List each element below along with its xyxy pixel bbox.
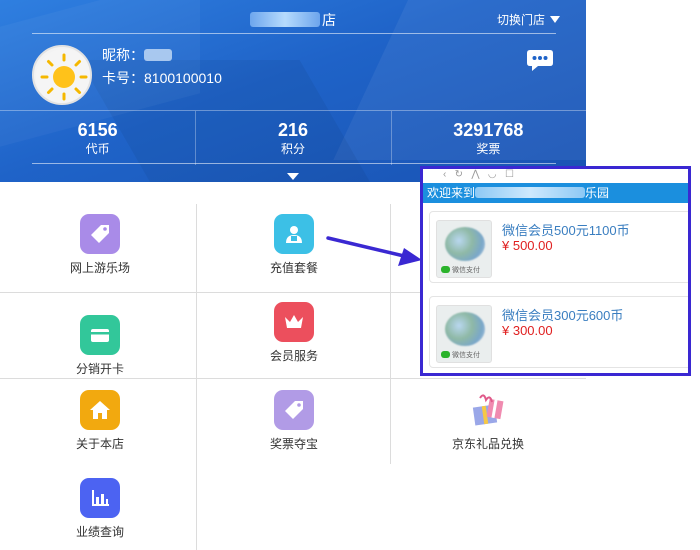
chat-icon[interactable] bbox=[526, 48, 554, 74]
recharge-package-popup: ‹ ↻ ⋀ ◡ ☐ 欢迎来到 乐园 微信支付 微信会员500元1100币 ¥ 50… bbox=[420, 166, 691, 376]
card-number: 8100100010 bbox=[144, 70, 222, 86]
stat-tickets[interactable]: 3291768 奖票 bbox=[390, 111, 586, 165]
menu-member-service[interactable]: 会员服务 bbox=[196, 278, 392, 366]
nickname-blurred bbox=[144, 49, 172, 61]
stat-points[interactable]: 216 积分 bbox=[195, 111, 390, 165]
points-value: 216 bbox=[277, 120, 309, 140]
menu-label: 会员服务 bbox=[269, 349, 318, 363]
package-name: 微信会员500元1100币 bbox=[502, 223, 630, 238]
switch-store-label: 切换门店 bbox=[496, 13, 545, 27]
menu-label: 网上游乐场 bbox=[69, 261, 130, 275]
person-card-icon bbox=[274, 214, 314, 254]
divider bbox=[32, 33, 556, 34]
package-card[interactable]: 微信支付 微信会员300元600币 ¥ 300.00 bbox=[429, 296, 688, 368]
avatar[interactable] bbox=[32, 45, 92, 105]
menu-label: 业绩查询 bbox=[75, 525, 124, 539]
menu-ticket-treasure[interactable]: 奖票夺宝 bbox=[196, 366, 392, 454]
menu-online-playground[interactable]: 网上游乐场 bbox=[2, 190, 198, 278]
package-thumbnail: 微信支付 bbox=[436, 220, 492, 278]
wechat-icon bbox=[441, 266, 450, 273]
balance-stats: 6156 代币 216 积分 3291768 奖票 bbox=[0, 110, 586, 165]
menu-label: 奖票夺宝 bbox=[269, 437, 318, 451]
wechat-pay-badge: 微信支付 bbox=[441, 350, 480, 360]
tickets-value: 3291768 bbox=[453, 120, 524, 140]
tokens-label: 代币 bbox=[85, 142, 110, 156]
menu-performance-query[interactable]: 业绩查询 bbox=[2, 454, 198, 542]
popup-title-prefix: 欢迎来到 bbox=[427, 186, 476, 200]
expand-arrow-icon[interactable] bbox=[287, 173, 299, 180]
package-name: 微信会员300元600币 bbox=[502, 308, 624, 323]
store-name-suffix: 店 bbox=[322, 12, 336, 28]
package-price: ¥ 300.00 bbox=[502, 323, 553, 338]
popup-title: 欢迎来到 乐园 bbox=[423, 183, 688, 203]
card-number-row: 卡号：8100100010 bbox=[102, 68, 222, 88]
card-icon bbox=[80, 315, 120, 355]
park-name-blurred bbox=[475, 187, 586, 198]
menu-label: 京东礼品兑换 bbox=[451, 437, 524, 451]
card-label: 卡号： bbox=[102, 70, 144, 86]
switch-store-button[interactable]: 切换门店 bbox=[497, 11, 560, 28]
tickets-label: 奖票 bbox=[476, 142, 501, 156]
store-name-blurred bbox=[250, 12, 320, 27]
menu-jd-gift-exchange[interactable]: 京东礼品兑换 bbox=[390, 366, 586, 454]
tokens-value: 6156 bbox=[77, 120, 118, 140]
stat-tokens[interactable]: 6156 代币 bbox=[0, 111, 195, 164]
bar-chart-icon bbox=[80, 478, 120, 518]
caret-down-icon bbox=[550, 16, 560, 23]
menu-about-store[interactable]: 关于本店 bbox=[2, 366, 198, 454]
nickname-row: 昵称： bbox=[102, 45, 172, 65]
gift-icon bbox=[468, 390, 508, 430]
wechat-pay-badge: 微信支付 bbox=[441, 265, 480, 275]
menu-label: 关于本店 bbox=[75, 437, 124, 451]
wechat-icon bbox=[441, 351, 450, 358]
package-thumbnail: 微信支付 bbox=[436, 305, 492, 363]
package-price: ¥ 500.00 bbox=[502, 238, 553, 253]
nickname-label: 昵称： bbox=[102, 47, 144, 63]
crown-icon bbox=[274, 302, 314, 342]
member-header: 店 切换门店 昵称： 卡号：8100100010 6156 代币 216 积分 … bbox=[0, 0, 586, 182]
tag-icon bbox=[274, 390, 314, 430]
pointer-arrow-icon bbox=[326, 236, 422, 266]
popup-title-suffix: 乐园 bbox=[585, 186, 610, 200]
popup-browser-bar: ‹ ↻ ⋀ ◡ ☐ bbox=[423, 169, 688, 183]
points-label: 积分 bbox=[280, 142, 305, 156]
home-icon bbox=[80, 390, 120, 430]
tag-icon bbox=[80, 214, 120, 254]
divider bbox=[32, 163, 556, 164]
package-card[interactable]: 微信支付 微信会员500元1100币 ¥ 500.00 bbox=[429, 211, 688, 283]
